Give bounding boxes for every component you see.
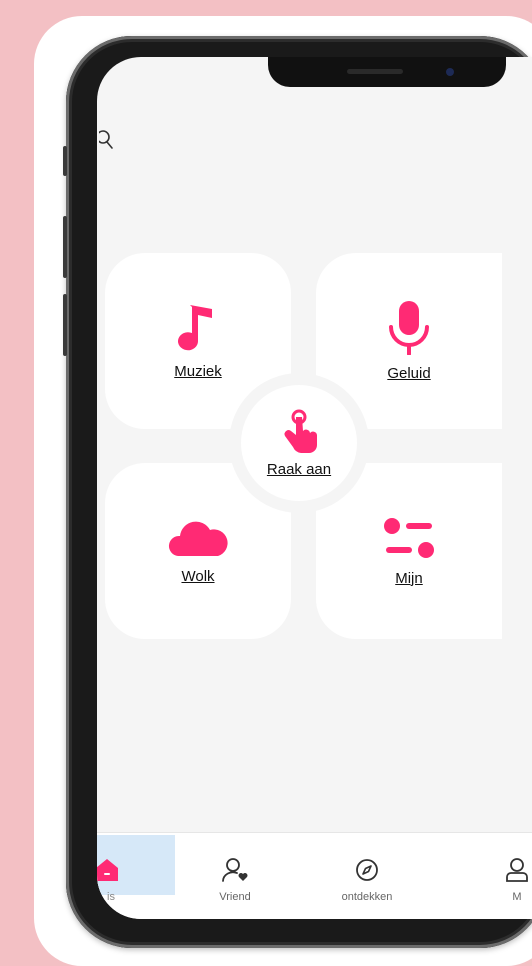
tab-label: is	[107, 891, 115, 903]
tile-label: Geluid	[387, 364, 431, 382]
tab-home[interactable]: is	[97, 833, 157, 919]
volume-up-button	[63, 216, 67, 278]
home-icon	[97, 859, 118, 881]
center-ring: Raak aan	[229, 373, 369, 513]
tile-label: Muziek	[174, 362, 222, 380]
tab-mijn[interactable]: M	[467, 833, 532, 919]
notch	[268, 57, 506, 87]
music-note-icon	[178, 304, 212, 350]
user-heart-icon	[222, 858, 248, 882]
touch-hand-icon	[284, 409, 317, 453]
front-camera	[446, 68, 454, 76]
tab-ontdekken[interactable]: ontdekken	[317, 833, 417, 919]
search-icon[interactable]	[99, 129, 115, 151]
microphone-icon	[389, 300, 429, 355]
app-screen: Muziek Geluid Wolk Mijn Raak aan is Vrie…	[97, 57, 532, 919]
silent-switch	[63, 146, 67, 176]
center-label: Raak aan	[266, 460, 332, 478]
compass-icon	[356, 859, 378, 881]
tab-label: Vriend	[219, 891, 251, 903]
speaker-grille	[347, 69, 403, 74]
volume-down-button	[63, 294, 67, 356]
user-icon	[506, 858, 528, 882]
toggles-icon	[384, 517, 434, 558]
cloud-icon	[168, 521, 228, 556]
raak-aan-button[interactable]: Raak aan	[241, 385, 357, 501]
tab-label: ontdekken	[341, 891, 393, 903]
tile-label: Wolk	[181, 567, 215, 585]
bottom-tab-bar: is Vriend ontdekken M	[97, 832, 532, 919]
tile-label: Mijn	[395, 569, 423, 587]
tab-label: M	[512, 891, 522, 903]
tab-vriend[interactable]: Vriend	[185, 833, 285, 919]
